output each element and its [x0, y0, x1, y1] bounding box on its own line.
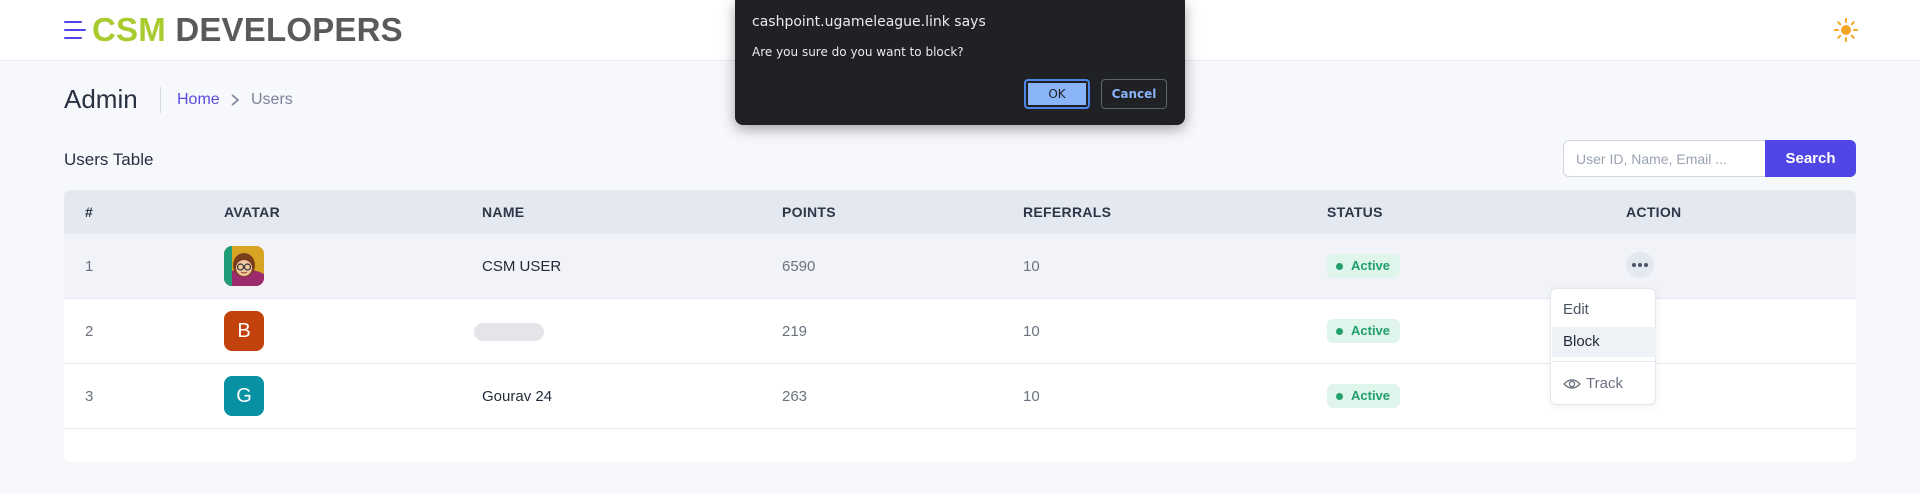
column-header-avatar: AVATAR [224, 204, 280, 220]
search-input[interactable] [1563, 140, 1765, 177]
brand-logo[interactable]: CSM DEVELOPERS [92, 11, 403, 49]
column-header-index: # [85, 204, 94, 220]
column-header-name: NAME [482, 204, 525, 220]
table-title: Users Table [64, 150, 154, 169]
avatar [224, 246, 264, 286]
menu-item-track[interactable]: Track [1586, 369, 1623, 399]
search-button[interactable]: Search [1765, 140, 1856, 177]
eye-icon [1563, 379, 1581, 389]
sun-icon[interactable] [1834, 18, 1858, 42]
breadcrumb-divider [160, 87, 161, 113]
user-points: 6590 [782, 258, 816, 275]
user-referrals: 10 [1023, 323, 1040, 340]
redacted-name [474, 323, 544, 341]
confirm-dialog: cashpoint.ugameleague.link says Are you … [735, 0, 1185, 125]
user-name: Gourav 24 [482, 388, 553, 405]
avatar: B [224, 311, 264, 351]
column-header-points: POINTS [782, 204, 836, 220]
table-header: # AVATAR NAME POINTS REFERRALS STATUS AC… [64, 190, 1856, 234]
row-index: 2 [85, 323, 94, 340]
column-header-referrals: REFERRALS [1023, 204, 1112, 220]
status-badge: Active [1327, 384, 1401, 408]
row-action-menu: Edit Block Track [1550, 288, 1656, 405]
user-points: 263 [782, 388, 808, 405]
dialog-message: Are you sure do you want to block? [752, 45, 964, 59]
user-points: 219 [782, 323, 808, 340]
column-header-action: ACTION [1626, 204, 1682, 220]
column-header-status: STATUS [1327, 204, 1383, 220]
more-horizontal-icon [1632, 263, 1648, 267]
menu-item-edit[interactable]: Edit [1552, 295, 1656, 325]
breadcrumb-home-link[interactable]: Home [177, 91, 220, 109]
avatar-illustration-icon [224, 246, 264, 286]
menu-icon[interactable] [64, 20, 86, 40]
row-index: 3 [85, 388, 94, 405]
row-index: 1 [85, 258, 94, 275]
page-title: Admin [64, 84, 138, 114]
user-referrals: 10 [1023, 258, 1040, 275]
menu-item-block[interactable]: Block [1552, 327, 1656, 357]
dialog-ok-button[interactable]: OK [1024, 79, 1090, 109]
user-referrals: 10 [1023, 388, 1040, 405]
avatar: G [224, 376, 264, 416]
dialog-cancel-button[interactable]: Cancel [1101, 79, 1167, 109]
dialog-title: cashpoint.ugameleague.link says [752, 14, 986, 30]
brand-primary: CSM [92, 11, 166, 48]
status-badge: Active [1327, 254, 1401, 278]
breadcrumb-current: Users [251, 91, 293, 108]
chevron-right-icon [231, 94, 240, 106]
status-badge: Active [1327, 319, 1401, 343]
menu-divider [1552, 361, 1656, 362]
row-actions-button[interactable] [1626, 252, 1654, 278]
brand-secondary: DEVELOPERS [175, 11, 403, 48]
user-name: CSM USER [482, 258, 562, 275]
